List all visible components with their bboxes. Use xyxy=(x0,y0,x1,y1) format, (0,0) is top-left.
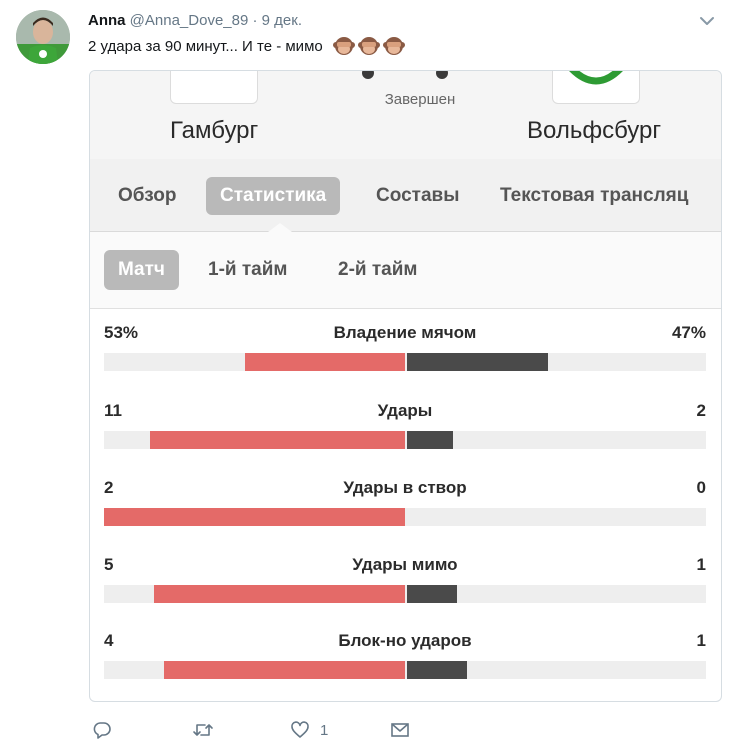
home-bar xyxy=(150,431,405,449)
stat-label: Удары в створ xyxy=(343,478,467,497)
envelope-icon xyxy=(391,723,409,737)
like-button[interactable]: 1 xyxy=(290,720,328,740)
stat-bar-track xyxy=(104,585,706,603)
stat-row: 2 Удары в створ 0 xyxy=(104,478,706,538)
retweet-button[interactable] xyxy=(192,720,214,740)
match-status: Завершен xyxy=(384,91,456,108)
avatar[interactable] xyxy=(16,10,70,64)
stat-row: 11 Удары 2 xyxy=(104,401,706,461)
stat-row: 5 Удары мимо 1 xyxy=(104,555,706,615)
active-tab-pointer xyxy=(268,223,292,232)
home-bar xyxy=(164,661,405,679)
heart-icon xyxy=(291,721,309,738)
away-value: 47% xyxy=(671,323,706,342)
stat-row: 53% Владение мячом 47% xyxy=(104,323,706,383)
away-bar xyxy=(407,585,458,603)
main-tabs: Обзор Статистика Составы Текстовая транс… xyxy=(90,159,721,232)
stat-label: Блок-но ударов xyxy=(338,631,472,650)
away-value: 1 xyxy=(696,631,706,650)
stat-row: 4 Блок-но ударов 1 xyxy=(104,631,706,691)
tab-statistics[interactable]: Статистика xyxy=(206,177,341,215)
emoji-group xyxy=(331,36,405,56)
subtab-first-half[interactable]: 1-й тайм xyxy=(208,250,287,290)
stat-bar-track xyxy=(104,431,706,449)
chevron-down-icon[interactable] xyxy=(698,12,716,30)
tab-lineups[interactable]: Составы xyxy=(376,177,459,215)
home-bar xyxy=(245,353,405,371)
stat-bar-track xyxy=(104,508,706,526)
attached-image[interactable]: Завершен Гамбург Вольфсбург Обзор Статис… xyxy=(89,70,722,702)
home-score-dot xyxy=(362,71,374,79)
tab-overview[interactable]: Обзор xyxy=(118,177,176,215)
away-value: 0 xyxy=(696,478,706,497)
author-handle[interactable]: @Anna_Dove_89 xyxy=(130,12,249,29)
away-team-name: Вольфсбург xyxy=(527,117,662,144)
direct-message-button[interactable] xyxy=(390,720,410,740)
away-bar xyxy=(407,353,549,371)
home-bar xyxy=(104,508,405,526)
away-score-dot xyxy=(436,71,448,79)
retweet-icon xyxy=(193,724,213,736)
tweet-date[interactable]: 9 дек. xyxy=(262,12,302,29)
see-no-evil-monkey-icon xyxy=(332,37,355,55)
like-count: 1 xyxy=(320,721,329,739)
match-header: Завершен Гамбург Вольфсбург xyxy=(90,71,721,160)
reply-button[interactable] xyxy=(92,720,112,740)
subtab-second-half[interactable]: 2-й тайм xyxy=(338,250,417,290)
separator-dot: · xyxy=(252,12,258,29)
period-tabs: Матч 1-й тайм 2-й тайм xyxy=(90,232,721,309)
home-bar xyxy=(154,585,405,603)
see-no-evil-monkey-icon xyxy=(382,37,405,55)
tab-text-broadcast[interactable]: Текстовая трансляц xyxy=(500,177,688,215)
home-team-logo xyxy=(170,71,258,104)
away-bar xyxy=(407,661,468,679)
stat-bar-track xyxy=(104,661,706,679)
away-team-logo xyxy=(552,71,640,104)
tweet-header: Anna @Anna_Dove_89 · 9 дек. xyxy=(88,12,302,29)
home-team-name: Гамбург xyxy=(170,117,259,144)
reply-icon xyxy=(93,722,111,739)
tweet: Anna @Anna_Dove_89 · 9 дек. 2 удара за 9… xyxy=(0,0,730,756)
author-name[interactable]: Anna xyxy=(88,12,126,29)
stat-label: Удары мимо xyxy=(352,555,458,574)
subtab-match[interactable]: Матч xyxy=(104,250,179,290)
away-bar xyxy=(407,431,454,449)
see-no-evil-monkey-icon xyxy=(357,37,380,55)
away-value: 2 xyxy=(696,401,706,420)
away-value: 1 xyxy=(696,555,706,574)
tweet-text: 2 удара за 90 минут... И те - мимо xyxy=(88,36,405,56)
tweet-text-content: 2 удара за 90 минут... И те - мимо xyxy=(88,37,323,55)
stat-bar-track xyxy=(104,353,706,371)
stat-label: Удары xyxy=(377,401,433,420)
stat-label: Владение мячом xyxy=(333,323,477,342)
